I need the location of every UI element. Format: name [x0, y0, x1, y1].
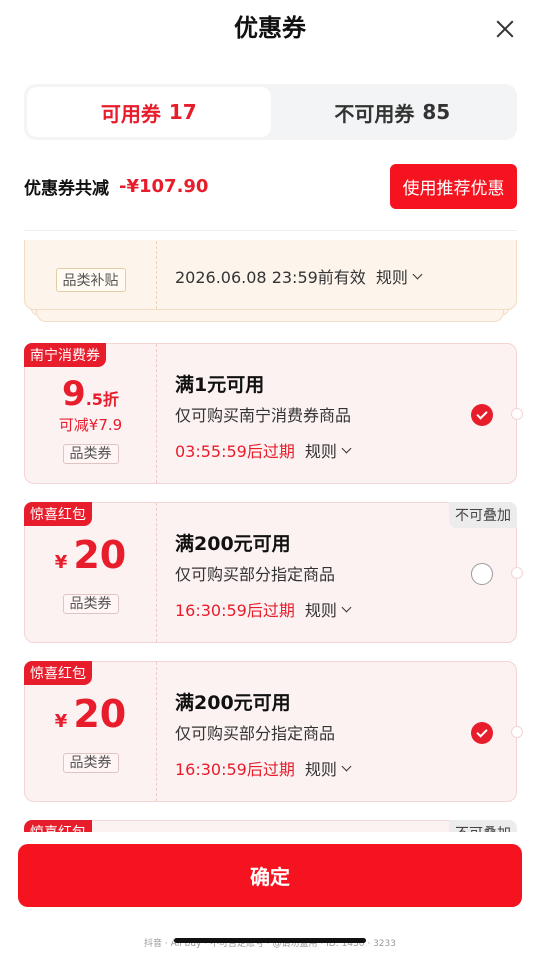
ticket-notch	[511, 408, 523, 420]
expire-time: 16:30:59后过期	[175, 601, 295, 620]
category-tag: 品类券	[62, 593, 119, 614]
coupon-tabs: 可用券 17 不可用券 85	[24, 84, 517, 140]
coupon-left: ¥20 品类券	[25, 662, 157, 801]
coupon-amount: ¥20	[55, 692, 126, 736]
rule-link[interactable]: 规则	[304, 597, 352, 621]
close-icon[interactable]	[494, 18, 516, 40]
tab-available-count: 17	[168, 100, 197, 124]
currency-symbol: ¥	[54, 710, 68, 732]
divider	[24, 230, 517, 231]
rule-label: 规则	[304, 442, 337, 461]
coupon-left: ¥20 品类券	[25, 503, 157, 642]
coupon-list[interactable]: 品类补贴 2026.06.08 23:59前有效 规则 南宁消费券 9.5折 可…	[0, 240, 540, 832]
summary-amount: -¥107.90	[119, 175, 209, 197]
coupon-condition: 满1元可用	[175, 374, 265, 396]
category-tag: 品类券	[62, 752, 119, 773]
header: 优惠券	[0, 0, 540, 60]
rule-link[interactable]: 规则	[304, 756, 352, 780]
coupon-condition: 满200元可用	[175, 692, 291, 714]
stack-edge	[36, 310, 504, 322]
coupon-card[interactable]: 品类补贴 2026.06.08 23:59前有效 规则	[24, 240, 517, 310]
coupon-description: 仅可购买南宁消费券商品	[175, 406, 352, 425]
unselected-radio-icon[interactable]	[471, 563, 493, 585]
rule-link[interactable]: 规则	[304, 438, 352, 462]
discount-value: 9.5折	[62, 374, 119, 414]
tab-available[interactable]: 可用券 17	[27, 87, 271, 137]
discount-small: .5折	[85, 390, 119, 409]
home-indicator	[174, 938, 366, 943]
ticket-notch	[511, 567, 523, 579]
chevron-down-icon	[412, 269, 423, 279]
coupon-right: 满200元可用 仅可购买部分指定商品 16:30:59后过期 规则	[175, 662, 516, 801]
coupon-left: 品类补贴	[25, 240, 157, 309]
coupon-right: 满1元可用 仅可购买南宁消费券商品 03:55:59后过期 规则	[175, 344, 516, 483]
chevron-down-icon	[341, 443, 352, 453]
chevron-down-icon	[341, 602, 352, 612]
rule-link[interactable]: 规则	[375, 264, 423, 288]
coupon-description: 仅可购买部分指定商品	[175, 724, 336, 743]
not-stackable-badge: 不可叠加	[449, 820, 517, 832]
expire-text: 16:30:59后过期 规则	[175, 756, 352, 780]
rule-label: 规则	[304, 760, 337, 779]
coupon-amount: ¥20	[55, 533, 126, 577]
expire-time: 2026.06.08 23:59前有效	[175, 268, 366, 287]
selected-check-icon[interactable]	[471, 404, 493, 426]
use-recommended-button[interactable]: 使用推荐优惠	[390, 164, 517, 209]
tab-unavailable-count: 85	[422, 100, 451, 124]
coupon-card[interactable]: 惊喜红包 不可叠加	[24, 820, 517, 832]
selected-check-icon[interactable]	[471, 722, 493, 744]
category-tag: 品类券	[62, 444, 119, 464]
tab-unavailable[interactable]: 不可用券 85	[271, 87, 515, 137]
coupon-card[interactable]: 南宁消费券 9.5折 可减¥7.9 品类券 满1元可用 仅可购买南宁消费券商品 …	[24, 343, 523, 484]
currency-symbol: ¥	[54, 551, 68, 573]
coupon-right: 2026.06.08 23:59前有效 规则	[175, 240, 516, 309]
rule-label: 规则	[304, 601, 337, 620]
expire-time: 16:30:59后过期	[175, 760, 295, 779]
amount-value: 20	[73, 691, 127, 736]
ticket-notch	[511, 726, 523, 738]
category-tag: 品类补贴	[55, 268, 126, 292]
rule-label: 规则	[375, 268, 408, 287]
tab-unavailable-label: 不可用券	[334, 101, 415, 126]
chevron-down-icon	[341, 761, 352, 771]
coupon-card[interactable]: 惊喜红包 ¥20 品类券 满200元可用 仅可购买部分指定商品 16:30:59…	[24, 661, 523, 802]
expire-text: 03:55:59后过期 规则	[175, 438, 352, 462]
tab-available-label: 可用券	[100, 101, 161, 126]
discount-summary: 优惠券共减 -¥107.90 使用推荐优惠	[24, 162, 517, 210]
coupon-right: 满200元可用 仅可购买部分指定商品 16:30:59后过期 规则	[175, 503, 516, 642]
discount-big: 9	[62, 374, 86, 414]
confirm-button[interactable]: 确定	[18, 844, 522, 907]
expire-text: 16:30:59后过期 规则	[175, 597, 352, 621]
page-title: 优惠券	[234, 14, 306, 42]
coupon-card[interactable]: 惊喜红包 不可叠加 ¥20 品类券 满200元可用 仅可购买部分指定商品 16:…	[24, 502, 523, 643]
expire-time: 03:55:59后过期	[175, 442, 295, 461]
coupon-description: 仅可购买部分指定商品	[175, 565, 336, 584]
coupon-condition: 满200元可用	[175, 533, 291, 555]
amount-value: 20	[73, 532, 127, 577]
reduce-amount: 可减¥7.9	[58, 416, 123, 434]
expire-text: 2026.06.08 23:59前有效 规则	[175, 264, 423, 288]
summary-label: 优惠券共减	[24, 178, 109, 199]
coupon-left: 9.5折 可减¥7.9 品类券	[25, 344, 157, 483]
coupon-tag: 惊喜红包	[24, 820, 92, 832]
